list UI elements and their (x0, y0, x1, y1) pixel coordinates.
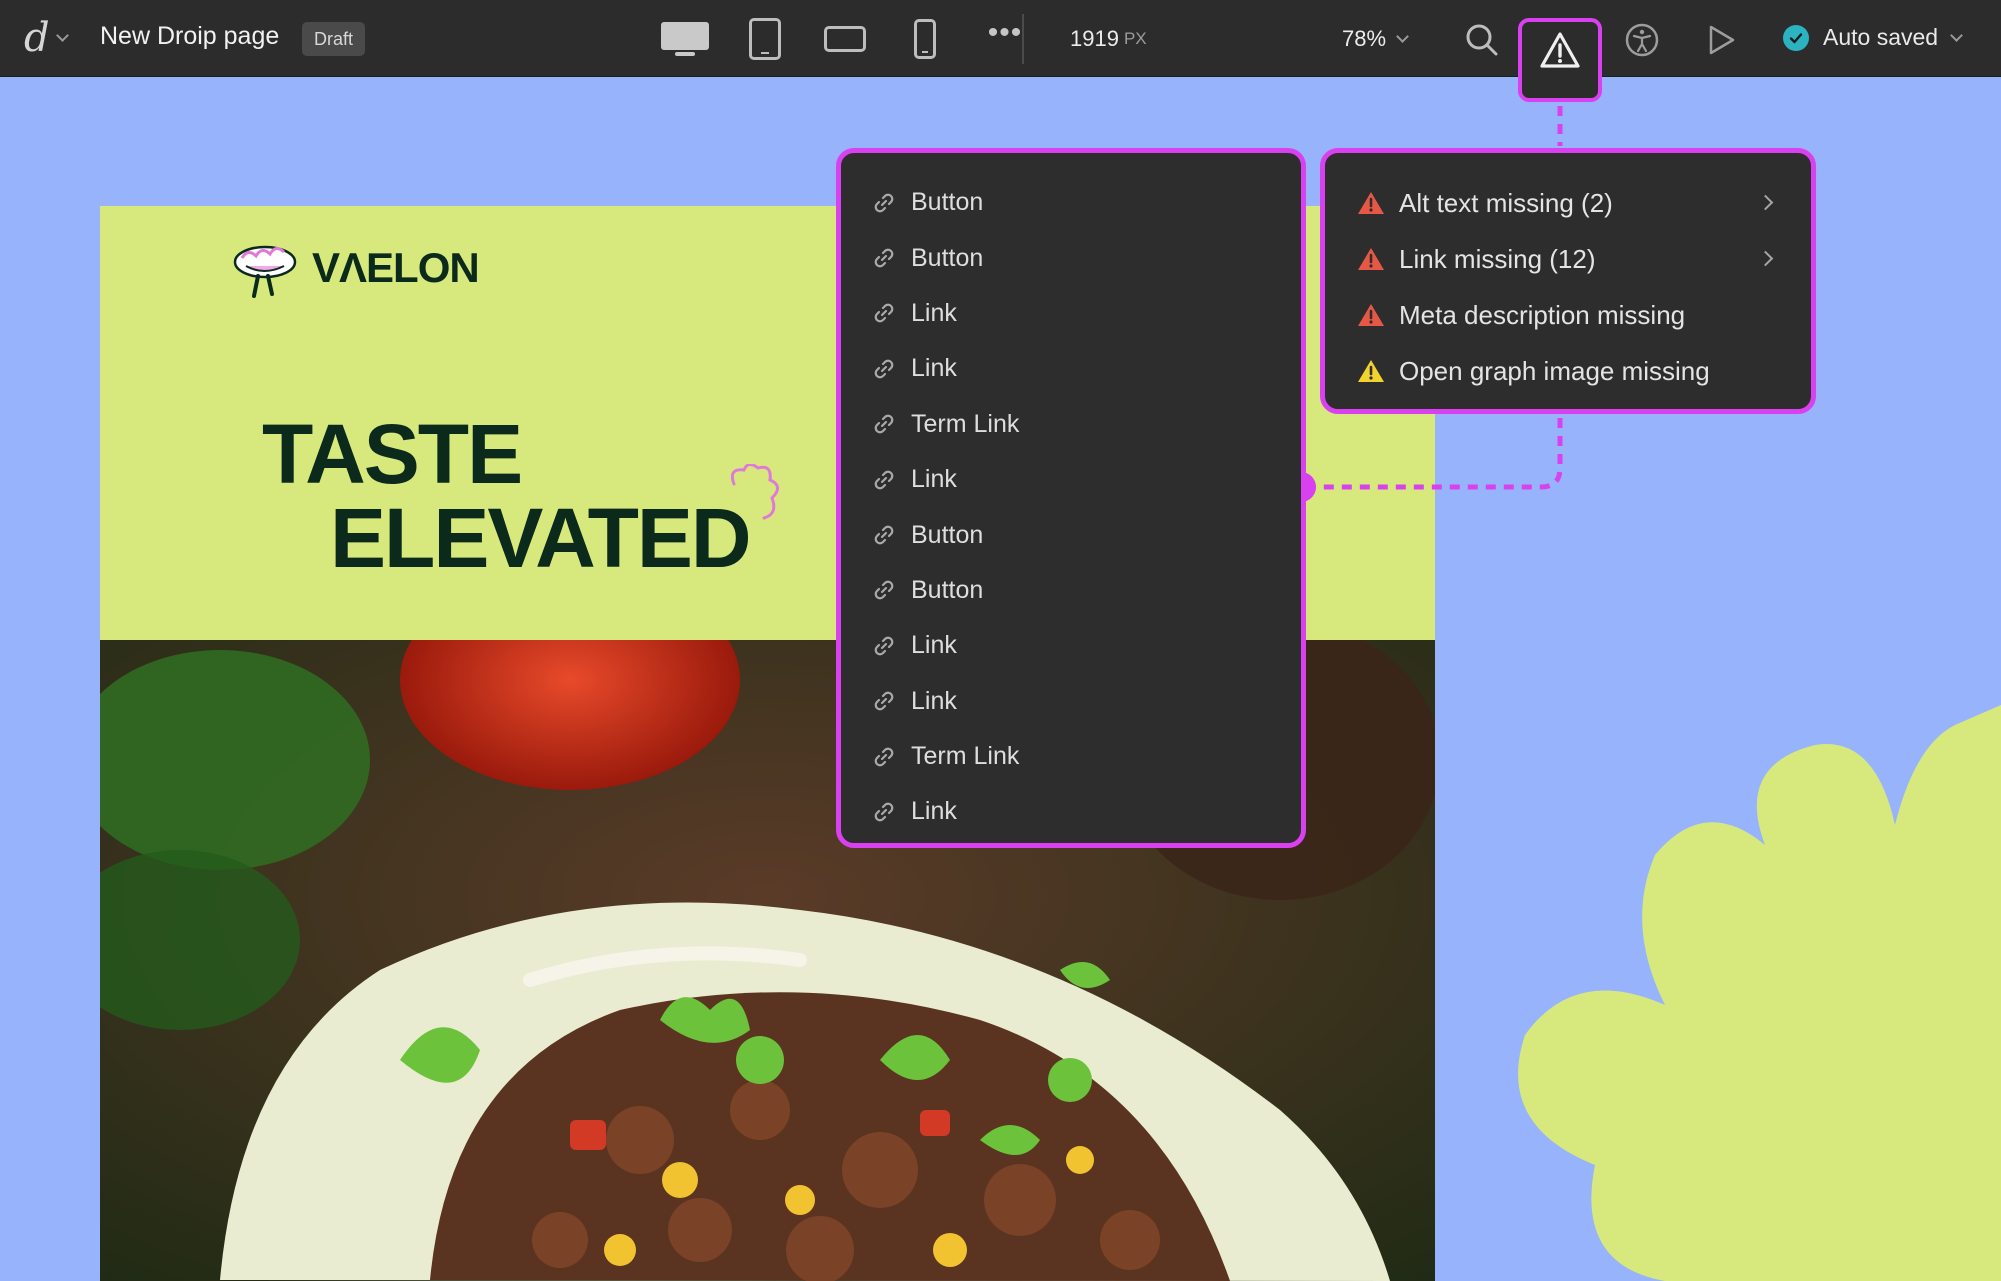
more-icon: ••• (987, 16, 1023, 49)
link-icon (874, 414, 894, 434)
link-icon (874, 747, 894, 766)
accessibility-button[interactable] (1622, 20, 1662, 60)
error-icon (1358, 192, 1384, 214)
link-icon (874, 248, 894, 268)
issue-item-label: Open graph image missing (1399, 355, 1710, 386)
canvas-width-unit: PX (1123, 29, 1147, 48)
desktop-icon (661, 22, 709, 56)
preview-button[interactable] (1700, 20, 1740, 60)
issues-button[interactable] (1518, 18, 1602, 102)
doodle-flower-icon (730, 464, 779, 520)
app-menu[interactable]: d (24, 15, 69, 61)
device-desktop-button[interactable] (645, 16, 725, 62)
link-list-item[interactable]: Link (841, 452, 1301, 507)
link-list-item[interactable]: Term Link (841, 729, 1301, 784)
link-list-item-label: Button (911, 520, 984, 549)
link-icon (874, 470, 894, 489)
link-icon (874, 581, 894, 600)
zoom-select[interactable]: 78% (1342, 26, 1409, 52)
brand-mascot-icon (233, 245, 297, 298)
issue-item[interactable]: Link missing (12) (1325, 231, 1811, 287)
issue-item-label: Alt text missing (2) (1399, 187, 1613, 218)
chevron-right-icon (1757, 250, 1774, 267)
warning-icon (1358, 360, 1384, 382)
play-icon (1709, 25, 1735, 55)
toolbar-divider (1022, 14, 1024, 64)
droip-logo-icon: d (24, 15, 50, 61)
link-list-item[interactable]: Button (841, 175, 1301, 230)
more-devices-button[interactable]: ••• (965, 16, 1045, 62)
search-icon (1466, 24, 1498, 56)
link-icon (874, 525, 894, 545)
device-tablet-landscape-button[interactable] (805, 16, 885, 62)
link-icon (874, 304, 894, 323)
tablet-landscape-icon (824, 26, 866, 52)
issue-item-label: Link missing (12) (1399, 243, 1596, 274)
device-tablet-button[interactable] (725, 16, 805, 62)
hero-heading-line-1[interactable]: TASTE (262, 412, 523, 496)
link-list-item-label: Link (911, 354, 957, 383)
chevron-down-icon (1950, 28, 1963, 42)
chevron-down-icon (1396, 30, 1409, 43)
save-status[interactable]: Auto saved (1783, 24, 1963, 51)
link-icon (874, 193, 894, 213)
link-list-item-label: Button (911, 575, 984, 604)
zoom-value: 78% (1342, 26, 1387, 51)
link-icon (874, 636, 894, 656)
link-list-item[interactable]: Link (841, 341, 1301, 396)
issues-panel: Alt text missing (2) Link missing (12) Met… (1320, 148, 1816, 414)
issue-item[interactable]: Open graph image missing (1325, 343, 1811, 399)
link-list-item[interactable]: Link (841, 784, 1301, 839)
top-toolbar: d New Droip page Draft ••• 1919 PX 78% A… (0, 0, 2001, 77)
canvas-width-value: 1919 (1070, 26, 1119, 51)
link-list-item[interactable]: Button (841, 230, 1301, 285)
link-list-panel: Button Button Link Link Term Link Link Button B… (836, 148, 1306, 848)
link-list-item-label: Link (911, 797, 957, 826)
device-switcher: ••• (645, 16, 1045, 62)
link-list-item[interactable]: Button (841, 507, 1301, 562)
link-list-item-label: Term Link (911, 409, 1020, 438)
tablet-icon (749, 18, 781, 60)
page-title[interactable]: New Droip page (100, 22, 279, 51)
issue-item[interactable]: Alt text missing (2) (1325, 175, 1811, 231)
brand-name: VΛELON (312, 244, 480, 291)
link-list-item-label: Term Link (911, 742, 1020, 771)
link-list-item-label: Link (911, 465, 957, 494)
link-list-item-label: Link (911, 686, 957, 715)
error-icon (1358, 304, 1384, 326)
link-list-item[interactable]: Link (841, 286, 1301, 341)
status-badge: Draft (302, 22, 366, 56)
chevron-down-icon (55, 29, 69, 42)
issue-item[interactable]: Meta description missing (1325, 287, 1811, 343)
link-list-item-label: Button (911, 188, 984, 217)
link-list-item-label: Button (911, 243, 984, 272)
link-list-item[interactable]: Link (841, 674, 1301, 729)
save-status-label: Auto saved (1823, 24, 1939, 50)
link-list-item-label: Link (911, 298, 957, 327)
issue-item-label: Meta description missing (1399, 299, 1686, 330)
link-icon (874, 691, 894, 711)
link-list-item[interactable]: Button (841, 563, 1301, 618)
link-icon (874, 359, 894, 379)
device-mobile-button[interactable] (885, 16, 965, 62)
search-button[interactable] (1462, 20, 1502, 60)
decor-flower-shape (1518, 705, 2001, 1281)
error-icon (1358, 248, 1384, 270)
accessibility-icon (1625, 23, 1659, 57)
link-list-item[interactable]: Term Link (841, 397, 1301, 452)
chevron-right-icon (1757, 194, 1774, 211)
link-list-item[interactable]: Link (841, 618, 1301, 673)
check-icon (1783, 24, 1809, 51)
link-list-item-label: Link (911, 631, 957, 660)
hero-heading-line-2[interactable]: ELEVATED (330, 496, 752, 580)
canvas-width[interactable]: 1919 PX (1070, 26, 1147, 52)
mobile-icon (914, 19, 936, 59)
warning-icon (1540, 32, 1580, 68)
link-icon (874, 802, 894, 822)
brand-logo[interactable]: VΛELON (232, 236, 480, 300)
